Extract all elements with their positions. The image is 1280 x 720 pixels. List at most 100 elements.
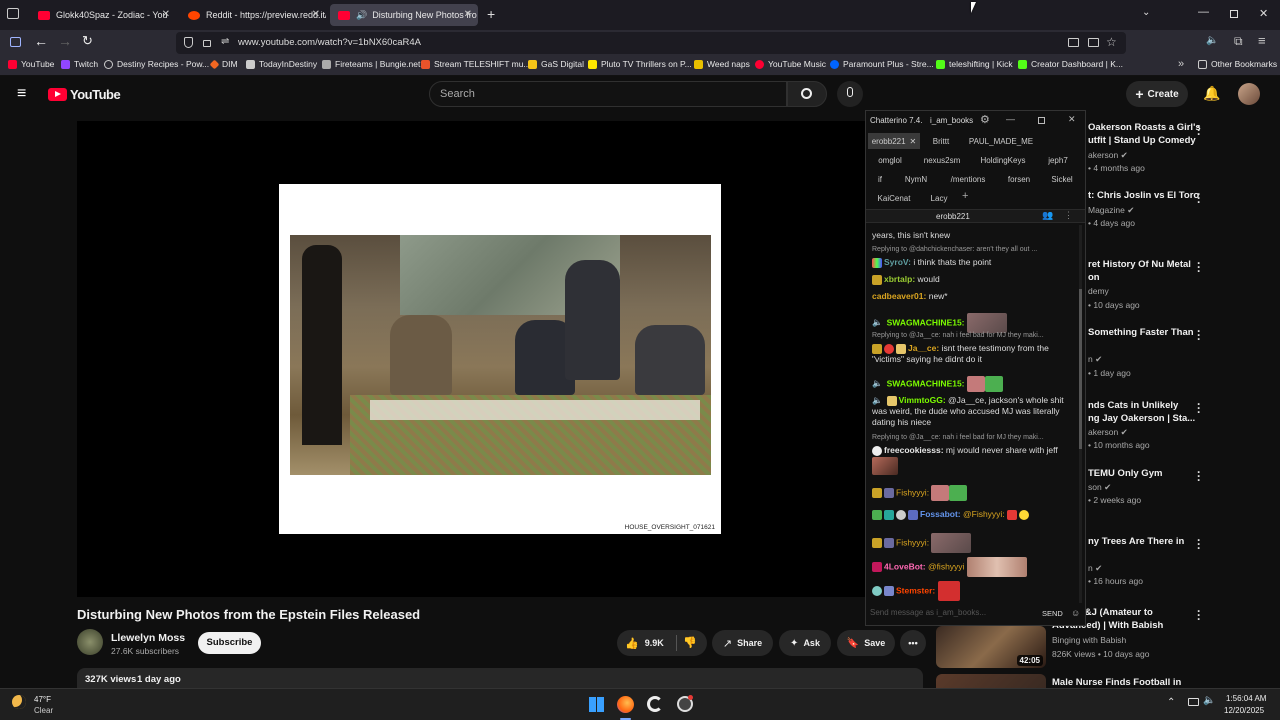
reader-view-icon[interactable] (1088, 38, 1099, 47)
clock-time[interactable]: 1:56:04 AM (1226, 694, 1266, 703)
network-icon[interactable] (1188, 698, 1199, 706)
thumbs-down-icon[interactable]: 👎 (683, 636, 697, 649)
rec-title[interactable]: ret History Of Nu Metal on (1088, 258, 1191, 284)
tab-nymn[interactable]: NymN (896, 171, 936, 187)
tab-if[interactable]: if (870, 171, 890, 187)
shield-icon[interactable] (184, 37, 193, 48)
avatar[interactable] (1238, 83, 1260, 105)
rec-thumbnail[interactable] (936, 674, 1046, 688)
maximize-button[interactable] (1038, 117, 1045, 124)
show-hidden-icons-chevron-icon[interactable]: ⌃ (1167, 697, 1175, 708)
sidebar-icon[interactable] (10, 37, 21, 47)
list-all-tabs-icon[interactable]: ⌄ (1142, 7, 1150, 18)
tab-jeph7[interactable]: jeph7 (1040, 152, 1076, 168)
weather-temp[interactable]: 47°F (34, 695, 51, 704)
weather-condition[interactable]: Clear (34, 706, 53, 715)
description-box[interactable]: 327K views 1 day ago (77, 668, 923, 688)
rec-thumbnail[interactable]: 42:05 (936, 626, 1046, 668)
youtube-logo[interactable]: YouTube (48, 87, 121, 102)
tab-glokk[interactable]: Glokk40Spaz - Zodiac - You ✕ (30, 4, 176, 26)
firefox-taskbar-icon[interactable] (617, 696, 634, 713)
minimize-button[interactable]: — (1006, 114, 1015, 124)
tab-lacy[interactable]: Lacy (926, 190, 952, 206)
audio-playing-icon[interactable]: 🔊 (356, 10, 367, 21)
rec-more-icon[interactable]: · · · (1197, 257, 1201, 277)
tab-nexus2sm[interactable]: nexus2sm (918, 152, 966, 168)
more-actions-button[interactable]: ••• (900, 630, 926, 656)
minimize-button[interactable]: — (1198, 6, 1209, 18)
forward-arrow-icon[interactable]: → (58, 33, 72, 49)
tab-list-icon[interactable] (7, 8, 19, 19)
add-tab-icon[interactable]: + (962, 190, 968, 202)
tab-mentions[interactable]: /mentions (944, 171, 992, 187)
rec-more-icon[interactable]: · · · (1197, 120, 1201, 140)
rec-title[interactable]: ny Trees Are There in (1088, 535, 1184, 548)
rec-title[interactable]: nds Cats in Unlikely ng Jay Oakerson | St… (1088, 399, 1195, 425)
speaker-icon[interactable]: 🔈 (1203, 695, 1215, 706)
ask-button[interactable]: ✦ Ask (779, 630, 831, 656)
viewer-list-icon[interactable]: 👥 (1042, 210, 1053, 221)
more-bookmarks-chevron-icon[interactable]: » (1178, 58, 1184, 70)
tab-forsen[interactable]: forsen (1000, 171, 1038, 187)
bookmark-destiny-recipes[interactable]: Destiny Recipes - Pow... (104, 59, 209, 69)
permissions-icon[interactable]: ⇌ (221, 36, 229, 47)
lock-icon[interactable] (203, 40, 211, 47)
rec-more-icon[interactable]: · · · (1197, 188, 1201, 208)
menu-hamburger-icon[interactable]: ≡ (1258, 33, 1266, 48)
chat-input[interactable]: Send message as i_am_books... (868, 605, 1038, 621)
url-bar[interactable]: ⇌ www.youtube.com/watch?v=1bNX60caR4A ☆ (176, 32, 1126, 54)
close-tab-icon[interactable]: ✕ (464, 9, 472, 20)
rec-title[interactable]: TEMU Only Gym (1088, 467, 1162, 480)
tab-omglol[interactable]: omglol (870, 152, 910, 168)
video-player[interactable]: HOUSE_OVERSIGHT_071621 (77, 121, 923, 597)
bookmark-paramount[interactable]: Paramount Plus - Stre... (830, 59, 934, 69)
like-button[interactable]: 👍 9.9K 👎 (617, 630, 707, 656)
close-tab-icon[interactable]: ✕ (910, 137, 917, 146)
bookmark-creator-dashboard[interactable]: Creator Dashboard | K... (1018, 59, 1123, 69)
close-window-button[interactable]: ✕ (1068, 114, 1076, 125)
save-button[interactable]: 🔖 Save (837, 630, 895, 656)
close-window-button[interactable]: ✕ (1259, 7, 1268, 20)
rec-more-icon[interactable]: · · · (1197, 534, 1201, 554)
bookmark-star-icon[interactable]: ☆ (1106, 35, 1117, 49)
channel-name[interactable]: Llewelyn Moss (111, 632, 185, 644)
picture-in-picture-icon[interactable] (1068, 38, 1079, 47)
reload-icon[interactable]: ↻ (82, 33, 93, 49)
bookmark-stream-teleshift[interactable]: Stream TELESHIFT mu... (421, 59, 531, 69)
bookmark-kick[interactable]: teleshifting | Kick (936, 59, 1013, 69)
tab-kaicenat[interactable]: KaiCenat (870, 190, 918, 206)
voice-search-button[interactable] (837, 81, 863, 107)
rec-title[interactable]: Oakerson Roasts a Girl's utfit | Stand Up… (1088, 121, 1201, 147)
rec-more-icon[interactable]: · · · (1197, 466, 1201, 486)
bookmark-gas-digital[interactable]: GaS Digital (528, 59, 584, 69)
close-tab-icon[interactable]: ✕ (312, 9, 320, 20)
bookmark-youtube-music[interactable]: YouTube Music (755, 59, 826, 69)
chatterino-taskbar-icon[interactable] (647, 696, 663, 712)
guide-menu-icon[interactable]: ≡ (17, 85, 26, 103)
create-button[interactable]: + Create (1126, 81, 1188, 107)
search-button[interactable] (787, 81, 827, 107)
subscribe-button[interactable]: Subscribe (198, 632, 261, 654)
bookmark-pluto-tv[interactable]: Pluto TV Thrillers on P... (588, 59, 692, 69)
bookmark-fireteams[interactable]: Fireteams | Bungie.net (322, 59, 420, 69)
new-tab-button[interactable]: + (487, 6, 495, 22)
tab-erobb221[interactable]: erobb221 ✕ (868, 133, 920, 149)
rec-title[interactable]: t: Chris Joslin vs El Toro (1088, 189, 1199, 202)
emote-picker-icon[interactable]: ☺ (1071, 608, 1080, 618)
tab-disturbing[interactable]: 🔊 Disturbing New Photos fro ✕ (330, 4, 478, 26)
close-tab-icon[interactable]: ✕ (162, 9, 170, 20)
back-arrow-icon[interactable]: ← (34, 33, 48, 49)
send-button[interactable]: SEND (1042, 609, 1063, 618)
tab-sickel[interactable]: Sickel (1044, 171, 1080, 187)
other-bookmarks[interactable]: Other Bookmarks (1198, 59, 1277, 69)
rec-title[interactable]: Something Faster Than (1088, 326, 1194, 339)
bookmark-weed-naps[interactable]: Weed naps (694, 59, 750, 69)
share-button[interactable]: ↗ Share (712, 630, 773, 656)
extensions-icon[interactable]: ⧉ (1234, 34, 1243, 49)
rec-more-icon[interactable]: · · · (1197, 325, 1201, 345)
tab-holdingkeys[interactable]: HoldingKeys (974, 152, 1032, 168)
bookmark-youtube[interactable]: YouTube (8, 59, 54, 69)
channel-menu-icon[interactable]: ⋮ (1064, 210, 1073, 221)
tab-paul-made-me[interactable]: PAUL_MADE_ME (964, 133, 1038, 149)
tab-reddit[interactable]: Reddit - https://preview.redd.it/ ✕ (180, 4, 326, 26)
